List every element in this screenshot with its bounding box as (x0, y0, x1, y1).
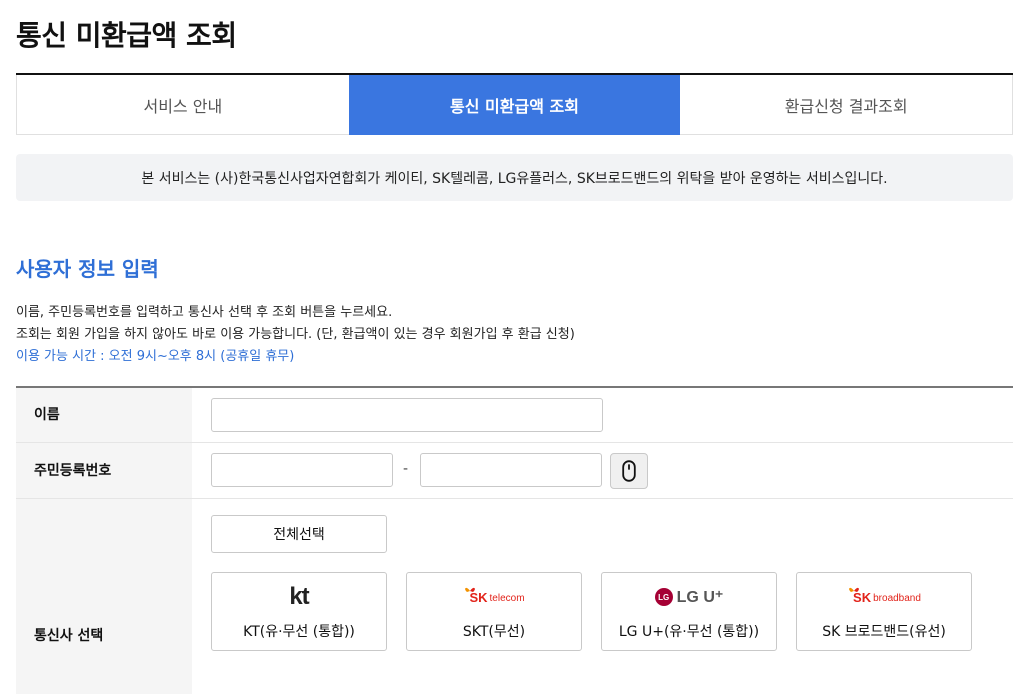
skt-logo-mark: SK (469, 590, 488, 605)
name-row: 이름 (16, 388, 1013, 443)
ssn-row: 주민등록번호 - (16, 443, 1013, 499)
carrier-skb-label: SK 브로드밴드(유선) (822, 624, 946, 640)
skb-logo: SK broadband (797, 583, 971, 611)
kt-logo: kt (212, 583, 386, 611)
ssn-label: 주민등록번호 (16, 443, 192, 498)
service-hours: 이용 가능 시간 : 오전 9시~오후 8시 (공휴일 휴무) (16, 349, 295, 364)
tab-refund-result[interactable]: 환급신청 결과조회 (680, 75, 1014, 135)
section-description: 이름, 주민등록번호를 입력하고 통신사 선택 후 조회 버튼을 누르세요. 조… (16, 302, 575, 368)
name-label: 이름 (16, 388, 192, 442)
skt-logo-sub: telecom (489, 593, 525, 604)
carrier-lgu[interactable]: LG LG U⁺ LG U+(유·무선 (통합)) (601, 572, 777, 651)
page-title: 통신 미환급액 조회 (16, 19, 237, 52)
lgu-logo-text: LG U⁺ (676, 589, 724, 606)
carrier-skt[interactable]: SK telecom SKT(무선) (406, 572, 582, 651)
user-info-form: 이름 주민등록번호 - 통신사 선택 전체선택 kt KT(유·무선 (통합))… (16, 386, 1013, 694)
skb-logo-mark: SK (853, 590, 872, 605)
service-notice-text: 본 서비스는 (사)한국통신사업자연합회가 케이티, SK텔레콤, LG유플러스… (141, 170, 888, 187)
name-field-cell (192, 388, 1013, 442)
ssn-field-cell: - (192, 443, 1013, 498)
description-line-2: 조회는 회원 가입을 하지 않아도 바로 이용 가능합니다. (단, 환급액이 … (16, 327, 575, 342)
tab-bar: 서비스 안내 통신 미환급액 조회 환급신청 결과조회 (16, 73, 1014, 135)
ssn-front-input[interactable] (211, 453, 393, 487)
description-line-1: 이름, 주민등록번호를 입력하고 통신사 선택 후 조회 버튼을 누르세요. (16, 305, 393, 320)
carrier-label: 통신사 선택 (16, 499, 192, 694)
tab-refund-inquiry[interactable]: 통신 미환급액 조회 (348, 75, 681, 135)
skb-logo-sub: broadband (873, 593, 921, 604)
carrier-skb[interactable]: SK broadband SK 브로드밴드(유선) (796, 572, 972, 651)
select-all-button[interactable]: 전체선택 (211, 515, 387, 553)
kt-logo-text: kt (289, 583, 309, 610)
carrier-lgu-label: LG U+(유·무선 (통합)) (618, 624, 760, 640)
tab-service-info[interactable]: 서비스 안내 (16, 75, 349, 135)
carrier-kt-label: KT(유·무선 (통합)) (243, 624, 355, 640)
lgu-logo: LG LG U⁺ (602, 583, 776, 611)
carrier-field-cell: 전체선택 kt KT(유·무선 (통합)) SK telecom SKT(무선)… (192, 499, 1013, 694)
carrier-row: 통신사 선택 전체선택 kt KT(유·무선 (통합)) SK telecom … (16, 499, 1013, 694)
carrier-skt-label: SKT(무선) (462, 624, 526, 640)
service-notice: 본 서비스는 (사)한국통신사업자연합회가 케이티, SK텔레콤, LG유플러스… (16, 154, 1013, 201)
ssn-back-input[interactable] (420, 453, 602, 487)
name-input[interactable] (211, 398, 603, 432)
section-title: 사용자 정보 입력 (16, 257, 159, 281)
ssn-dash: - (403, 461, 409, 477)
mouse-icon (622, 460, 636, 482)
skt-logo: SK telecom (407, 583, 581, 611)
mouse-keypad-button[interactable] (610, 453, 648, 489)
lg-circle-icon: LG (654, 588, 673, 606)
carrier-kt[interactable]: kt KT(유·무선 (통합)) (211, 572, 387, 651)
